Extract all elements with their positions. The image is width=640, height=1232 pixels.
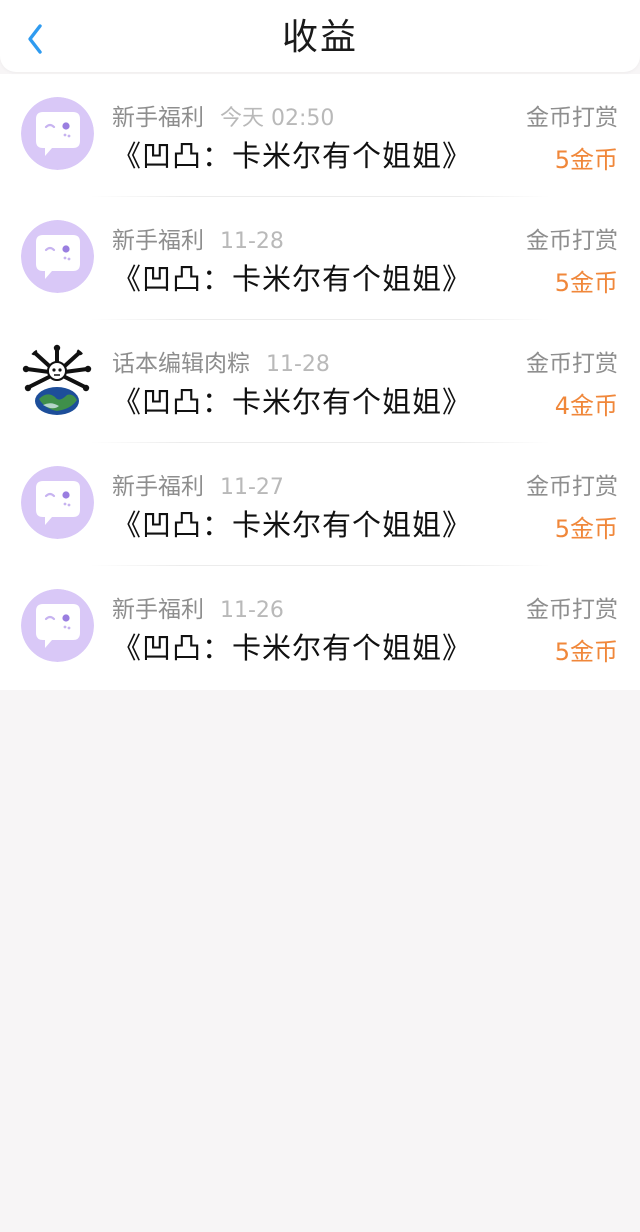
work-title: 《凹凸：卡米尔有个姐姐》 [112,139,473,173]
record-time: 11-26 [220,598,284,623]
earnings-list: 新手福利 今天 02:50 《凹凸：卡米尔有个姐姐》 金币打赏 5金币 新手福利 1… [0,74,640,690]
list-item[interactable]: 新手福利 11-27 《凹凸：卡米尔有个姐姐》 金币打赏 5金币 [0,443,640,566]
list-item[interactable]: 新手福利 11-28 《凹凸：卡米尔有个姐姐》 金币打赏 5金币 [0,197,640,320]
record-time: 11-28 [266,352,330,377]
record-time: 11-28 [220,229,284,254]
sender-name: 话本编辑肉粽 [112,351,250,377]
work-title: 《凹凸：卡米尔有个姐姐》 [112,631,473,665]
reward-amount: 5金币 [554,269,618,297]
reward-type: 金币打赏 [526,228,618,254]
reward-amount: 5金币 [554,638,618,666]
work-title: 《凹凸：卡米尔有个姐姐》 [112,262,473,296]
work-title: 《凹凸：卡米尔有个姐姐》 [112,508,473,542]
reward-type: 金币打赏 [526,351,618,377]
purple-chat-bubble-avatar [21,97,94,170]
reward-type: 金币打赏 [526,105,618,131]
list-item[interactable]: 话本编辑肉粽 11-28 《凹凸：卡米尔有个姐姐》 金币打赏 4金币 [0,320,640,443]
purple-chat-bubble-avatar [21,466,94,539]
work-title: 《凹凸：卡米尔有个姐姐》 [112,385,473,419]
sender-name: 新手福利 [112,474,204,500]
reward-amount: 5金币 [554,146,618,174]
record-time: 11-27 [220,475,284,500]
app-header: 收益 [0,0,640,72]
purple-chat-bubble-avatar [21,220,94,293]
purple-chat-bubble-avatar [21,589,94,662]
record-time: 今天 02:50 [220,106,335,131]
sender-name: 新手福利 [112,228,204,254]
sender-name: 新手福利 [112,597,204,623]
reward-amount: 5金币 [554,515,618,543]
reward-type: 金币打赏 [526,474,618,500]
reward-type: 金币打赏 [526,597,618,623]
page-title: 收益 [281,17,358,58]
reward-amount: 4金币 [554,392,618,420]
earth-skeleton-avatar [21,343,94,416]
list-item[interactable]: 新手福利 今天 02:50 《凹凸：卡米尔有个姐姐》 金币打赏 5金币 [0,74,640,197]
sender-name: 新手福利 [112,105,204,131]
list-item[interactable]: 新手福利 11-26 《凹凸：卡米尔有个姐姐》 金币打赏 5金币 [0,566,640,689]
